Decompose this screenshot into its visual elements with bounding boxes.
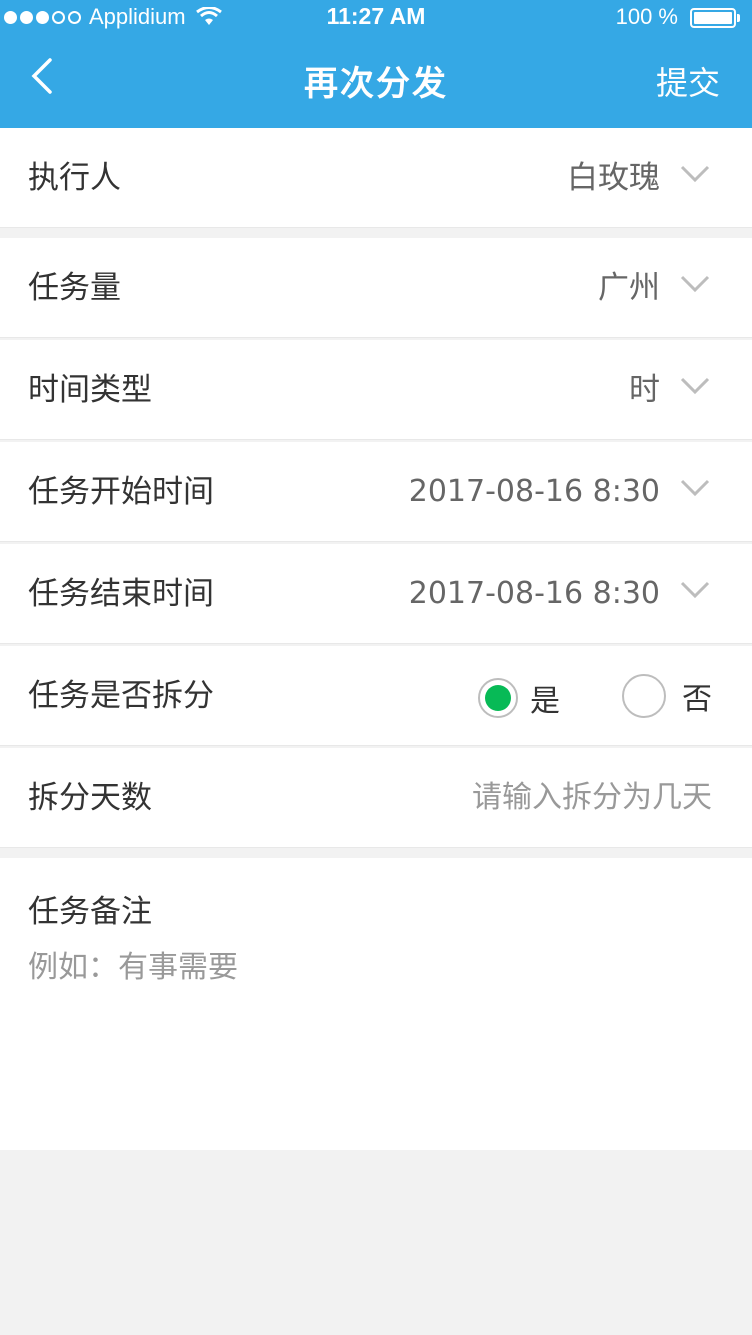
split-row: 任务是否拆分 是 否: [0, 646, 752, 746]
task-amount-value: 广州: [598, 270, 660, 306]
chevron-down-icon: [680, 377, 710, 395]
page-title: 再次分发: [304, 64, 448, 104]
chevron-down-icon: [680, 165, 710, 183]
executor-row[interactable]: 执行人 白玫瑰: [0, 128, 752, 228]
time-type-value: 时: [629, 372, 660, 408]
split-label: 任务是否拆分: [28, 678, 214, 714]
split-days-row[interactable]: 拆分天数 请输入拆分为几天: [0, 748, 752, 848]
radio-checked-icon[interactable]: [478, 678, 518, 718]
end-time-label: 任务结束时间: [28, 576, 214, 612]
battery-level: 100 %: [615, 4, 678, 29]
chevron-down-icon: [680, 275, 710, 293]
split-days-label: 拆分天数: [28, 780, 152, 816]
split-days-input[interactable]: 请输入拆分为几天: [472, 748, 712, 848]
chevron-down-icon: [680, 581, 710, 599]
task-amount-label: 任务量: [28, 270, 121, 306]
end-time-row[interactable]: 任务结束时间 2017-08-16 8:30: [0, 544, 752, 644]
executor-label: 执行人: [28, 160, 121, 196]
split-no-label: 否: [682, 682, 712, 717]
time-type-label: 时间类型: [28, 372, 152, 408]
notes-label: 任务备注: [28, 894, 152, 930]
task-amount-row[interactable]: 任务量 广州: [0, 238, 752, 338]
split-yes-option[interactable]: 是: [478, 676, 560, 720]
end-time-value: 2017-08-16 8:30: [408, 576, 660, 611]
status-bar: Applidium 11:27 AM 100 %: [0, 0, 752, 36]
submit-button[interactable]: 提交: [656, 58, 720, 104]
start-time-row[interactable]: 任务开始时间 2017-08-16 8:30: [0, 442, 752, 542]
notes-textarea[interactable]: 例如：有事需要: [28, 942, 238, 986]
app-header: Applidium 11:27 AM 100 % 再次分发 提交: [0, 0, 752, 128]
executor-value: 白玫瑰: [567, 160, 660, 196]
start-time-label: 任务开始时间: [28, 474, 214, 510]
notes-section[interactable]: 任务备注 例如：有事需要: [0, 858, 752, 1150]
split-yes-label: 是: [530, 684, 560, 719]
start-time-value: 2017-08-16 8:30: [408, 474, 660, 509]
split-no-option[interactable]: 否: [622, 674, 712, 718]
chevron-down-icon: [680, 479, 710, 497]
radio-unchecked-icon[interactable]: [622, 674, 666, 718]
time-type-row[interactable]: 时间类型 时: [0, 340, 752, 440]
battery-icon: [690, 8, 740, 28]
